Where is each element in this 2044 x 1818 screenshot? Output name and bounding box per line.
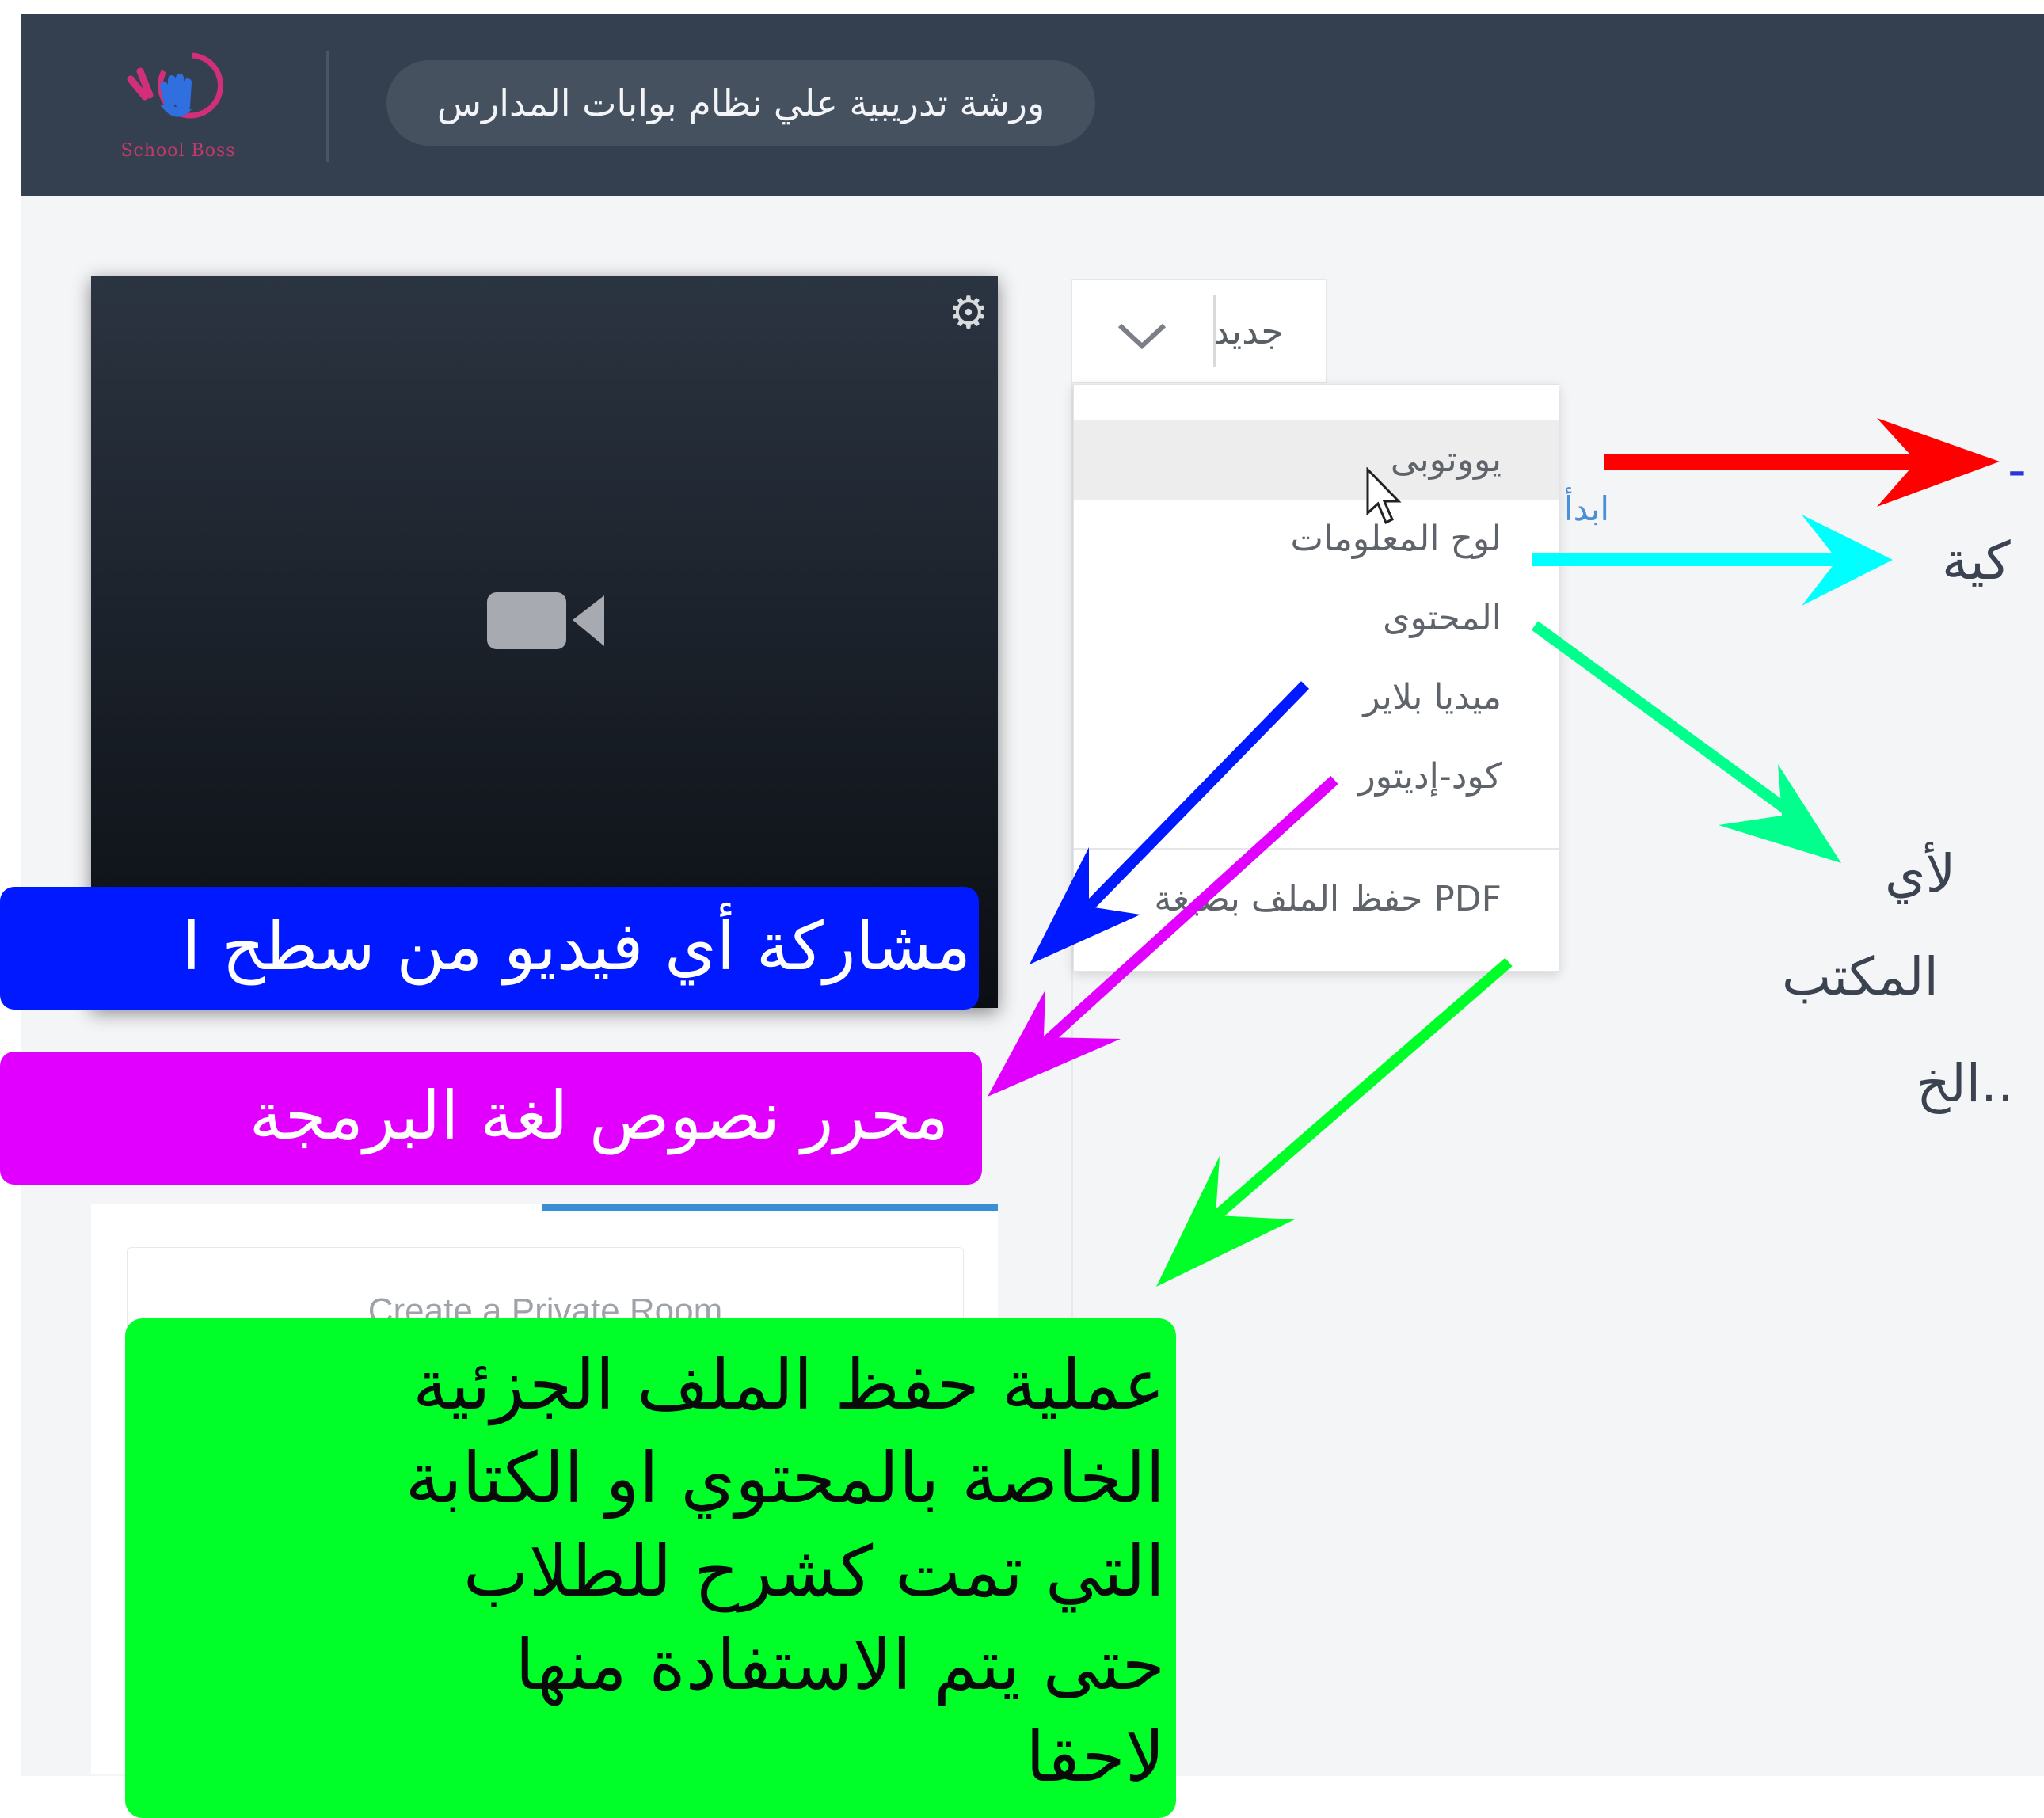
save-pdf-callout: عملية حفظ الملف الجزئية الخاصة بالمحتوي … (125, 1318, 1176, 1818)
red-arrow (1604, 418, 2000, 507)
green-arrow (1156, 957, 1513, 1287)
media-share-callout-text: مشاركة أي فيديو من سطح ا (182, 907, 971, 985)
code-editor-callout: محرر نصوص لغة البرمجة (0, 1052, 982, 1185)
save-pdf-line-4: حتى يتم الاستفادة منها (515, 1624, 1165, 1706)
cyan-arrow (1532, 515, 1893, 606)
code-editor-callout-text: محرر نصوص لغة البرمجة (249, 1077, 949, 1154)
media-share-callout: مشاركة أي فيديو من سطح ا (0, 887, 979, 1010)
teal-arrow (1531, 621, 1841, 863)
save-pdf-line-1: عملية حفظ الملف الجزئية (413, 1344, 1165, 1425)
blue-arrow (1030, 681, 1310, 964)
save-pdf-line-2: الخاصة بالمحتوي او الكتابة (405, 1437, 1165, 1519)
save-pdf-line-3: التي تمت كشرح للطلاب (462, 1531, 1165, 1612)
save-pdf-line-5: لاحقا (1026, 1716, 1165, 1797)
